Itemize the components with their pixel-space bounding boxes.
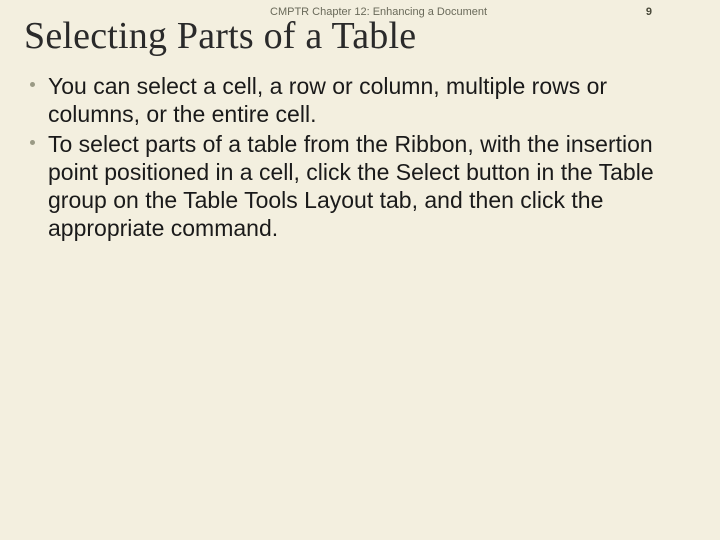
slide-body: You can select a cell, a row or column, …	[30, 72, 680, 244]
bullet-text: You can select a cell, a row or column, …	[48, 73, 607, 127]
slide-title: Selecting Parts of a Table	[24, 14, 416, 58]
list-item: You can select a cell, a row or column, …	[30, 72, 680, 128]
bullet-text: To select parts of a table from the Ribb…	[48, 131, 654, 241]
list-item: To select parts of a table from the Ribb…	[30, 130, 680, 242]
slide: CMPTR Chapter 12: Enhancing a Document 9…	[0, 0, 720, 540]
page-number: 9	[646, 6, 652, 18]
bullet-icon	[30, 82, 35, 87]
bullet-icon	[30, 140, 35, 145]
